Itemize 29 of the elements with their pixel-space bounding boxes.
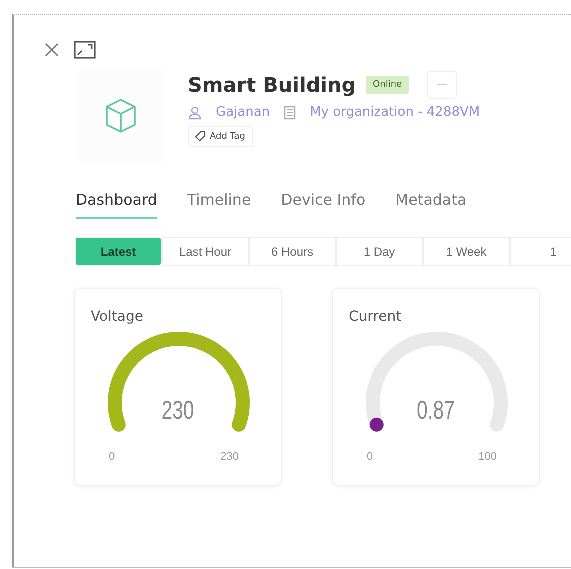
gauge-title: Voltage (91, 309, 145, 325)
time-range-button[interactable]: Last Hour (162, 237, 249, 266)
owner-link[interactable]: Gajanan (216, 105, 270, 120)
tag-icon (195, 131, 206, 142)
tab[interactable]: Dashboard (76, 191, 158, 219)
gauge-min: 0 (109, 451, 116, 463)
tab[interactable]: Metadata (396, 191, 467, 219)
time-range-button[interactable]: 1 Day (336, 237, 423, 266)
time-range-button[interactable]: Latest (75, 237, 162, 266)
gauge-value: 0.87 (416, 395, 456, 426)
device-title: Smart Building (188, 73, 356, 97)
tab[interactable]: Timeline (187, 191, 252, 219)
expand-icon[interactable] (74, 41, 96, 59)
cube-icon (104, 98, 138, 134)
building-icon (284, 106, 296, 120)
status-badge: Online (366, 76, 410, 94)
time-range-button[interactable]: 6 Hours (249, 237, 336, 266)
gauge-title: Current (349, 309, 403, 325)
gauge-max: 100 (478, 451, 497, 463)
gauge-max: 230 (220, 451, 239, 463)
organization-link[interactable]: My organization - 4288VM (310, 105, 480, 120)
user-icon (188, 106, 202, 120)
gauge-value: 230 (160, 395, 196, 426)
time-range-button[interactable]: 1 Week (423, 237, 510, 266)
gauge-min: 0 (367, 451, 374, 463)
close-icon[interactable] (44, 42, 60, 58)
tab[interactable]: Device Info (281, 191, 366, 219)
time-range-button[interactable]: 1 (510, 237, 571, 266)
add-tag-button[interactable]: Add Tag (188, 126, 253, 147)
